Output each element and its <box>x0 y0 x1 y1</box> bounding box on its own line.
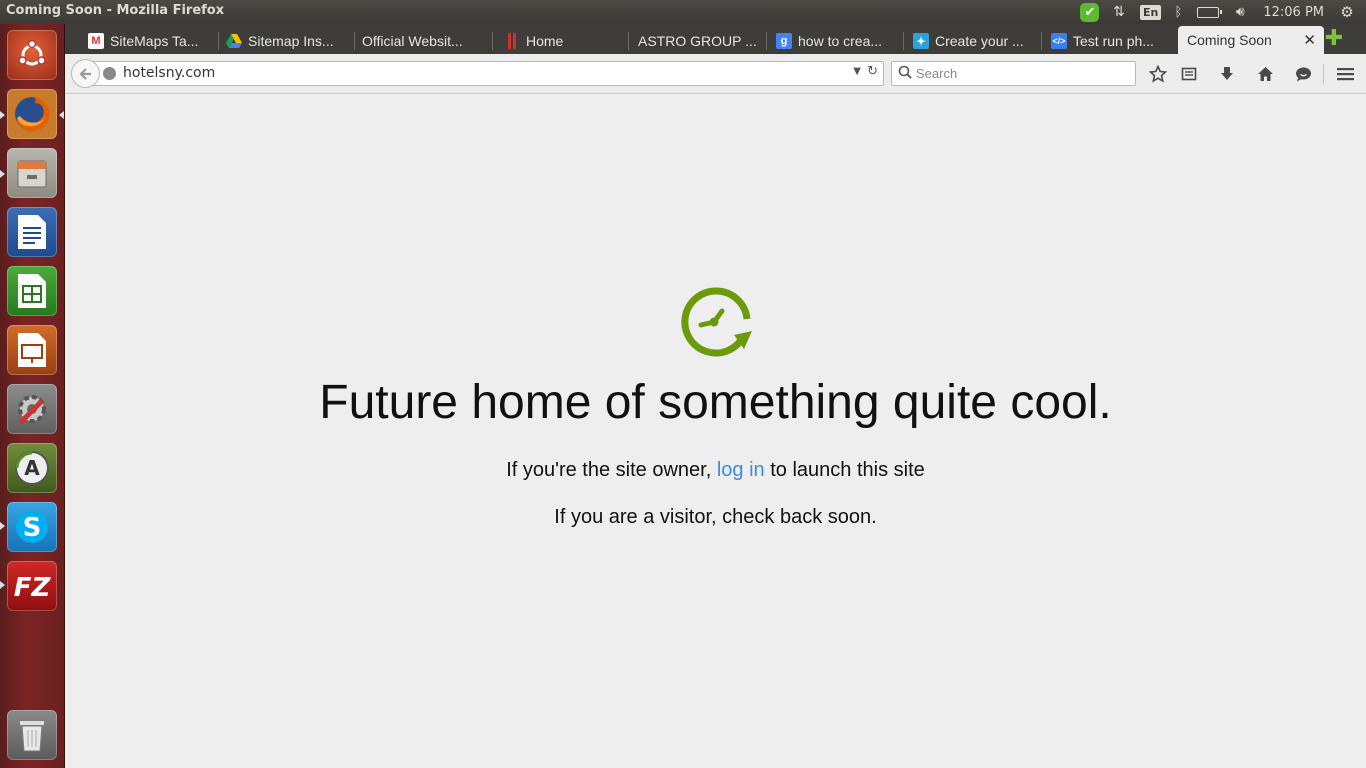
tab-official-website[interactable]: Official Websit... <box>356 28 492 54</box>
tab-home[interactable]: Home <box>498 28 634 54</box>
arrow-left-icon <box>78 67 91 80</box>
owner-message-suffix: to launch this site <box>764 459 925 481</box>
login-link[interactable]: log in <box>717 459 765 481</box>
page-heading: Future home of something quite cool. <box>319 376 1112 429</box>
tab-label: Coming Soon <box>1187 32 1272 48</box>
tab-separator <box>903 32 904 50</box>
home-icon[interactable] <box>1254 63 1276 85</box>
writer-icon[interactable] <box>7 207 57 257</box>
clock-refresh-icon <box>678 285 754 361</box>
running-indicator <box>0 522 5 530</box>
svg-text:FZ: FZ <box>14 573 52 603</box>
firefox-icon[interactable] <box>7 89 57 139</box>
visitor-message: If you are a visitor, check back soon. <box>554 506 877 528</box>
page-content: Future home of something quite cool. If … <box>65 95 1366 768</box>
top-panel: Coming Soon - Mozilla Firefox ✔ ⇅ En ᛒ 🔊… <box>0 0 1366 24</box>
volume-icon[interactable]: 🔊︎ <box>1229 0 1251 24</box>
keyboard-layout-label: En <box>1139 4 1162 20</box>
launcher: A S FZ <box>0 24 65 768</box>
software-updater-icon[interactable]: A <box>7 443 57 493</box>
session-gear-icon[interactable]: ⚙ <box>1338 0 1356 24</box>
tab-label: Official Websit... <box>362 33 463 49</box>
skype-icon[interactable]: S <box>7 502 57 552</box>
gmail-icon: M <box>88 33 104 49</box>
tab-sitemap-ins[interactable]: Sitemap Ins... <box>220 28 356 54</box>
focused-indicator <box>59 111 64 119</box>
owner-message-prefix: If you're the site owner, <box>506 459 717 481</box>
search-icon <box>898 65 912 83</box>
sitebuilder-icon: ✦ <box>913 33 929 49</box>
filezilla-icon[interactable]: FZ <box>7 561 57 611</box>
tab-label: ASTRO GROUP ... <box>638 33 757 49</box>
running-indicator <box>0 111 5 119</box>
tab-label: Home <box>526 33 564 49</box>
calc-icon[interactable] <box>7 266 57 316</box>
search-placeholder: Search <box>916 66 958 81</box>
downloads-icon[interactable] <box>1216 63 1238 85</box>
navigation-bar: hotelsny.com ▼ ↻ Search <box>65 54 1366 94</box>
tab-strip: M SiteMaps Ta... Sitemap Ins... Official… <box>65 24 1366 54</box>
bluetooth-icon[interactable]: ᛒ <box>1171 0 1185 24</box>
tab-how-to-create[interactable]: g how to crea... <box>770 28 906 54</box>
close-tab-icon[interactable]: ✕ <box>1303 31 1316 49</box>
files-icon[interactable] <box>7 148 57 198</box>
firefox-window: M SiteMaps Ta... Sitemap Ins... Official… <box>65 24 1366 768</box>
reload-icon[interactable]: ↻ <box>867 64 878 79</box>
tab-separator <box>492 32 493 50</box>
security-shield-icon[interactable]: ✔ <box>1078 0 1102 24</box>
url-bar[interactable]: hotelsny.com ▼ ↻ <box>87 61 884 86</box>
owner-message: If you're the site owner, log in to laun… <box>65 459 1366 482</box>
tab-astro-group[interactable]: ASTRO GROUP ... <box>632 28 768 54</box>
hamburger-menu-icon[interactable] <box>1334 63 1356 85</box>
google-drive-icon <box>226 33 242 49</box>
bars-icon <box>504 33 520 49</box>
new-tab-button[interactable]: ✚ <box>1324 28 1344 50</box>
search-bar[interactable]: Search <box>891 61 1136 86</box>
tab-separator <box>218 32 219 50</box>
globe-icon <box>103 67 116 80</box>
impress-icon[interactable] <box>7 325 57 375</box>
bookmarks-menu-icon[interactable] <box>1178 63 1200 85</box>
url-text[interactable]: hotelsny.com <box>123 65 215 81</box>
back-button[interactable] <box>71 59 100 88</box>
tab-sitemaps[interactable]: M SiteMaps Ta... <box>82 28 218 54</box>
tab-label: Sitemap Ins... <box>248 33 334 49</box>
tab-separator <box>766 32 767 50</box>
tab-test-run[interactable]: </> Test run ph... <box>1045 28 1181 54</box>
ubuntu-dash-icon[interactable] <box>7 30 57 80</box>
battery-icon[interactable] <box>1195 0 1223 24</box>
tab-label: how to crea... <box>798 33 883 49</box>
tab-separator <box>354 32 355 50</box>
toolbar-separator <box>1323 64 1324 84</box>
svg-text:A: A <box>24 456 40 480</box>
trash-icon[interactable] <box>7 710 57 760</box>
svg-text:S: S <box>23 513 42 543</box>
clock[interactable]: 12:06 PM <box>1263 0 1324 24</box>
tab-separator <box>1041 32 1042 50</box>
bookmark-star-icon[interactable] <box>1147 63 1169 85</box>
window-title: Coming Soon - Mozilla Firefox <box>6 3 225 18</box>
code-icon: </> <box>1051 33 1067 49</box>
google-icon: g <box>776 33 792 49</box>
tab-coming-soon[interactable]: Coming Soon ✕ <box>1178 26 1324 54</box>
tab-label: Test run ph... <box>1073 33 1154 49</box>
running-indicator <box>0 170 5 178</box>
system-settings-icon[interactable] <box>7 384 57 434</box>
tab-label: SiteMaps Ta... <box>110 33 199 49</box>
chat-hello-icon[interactable] <box>1292 63 1314 85</box>
running-indicator <box>0 581 5 589</box>
system-tray: ✔ ⇅ En ᛒ 🔊︎ 12:06 PM ⚙ <box>1078 0 1366 24</box>
tab-separator <box>628 32 629 50</box>
tab-create-your[interactable]: ✦ Create your ... <box>907 28 1043 54</box>
network-icon[interactable]: ⇅ <box>1108 0 1130 24</box>
history-dropdown-icon[interactable]: ▼ <box>853 66 861 77</box>
tab-label: Create your ... <box>935 33 1024 49</box>
keyboard-layout-indicator[interactable]: En <box>1139 0 1162 24</box>
